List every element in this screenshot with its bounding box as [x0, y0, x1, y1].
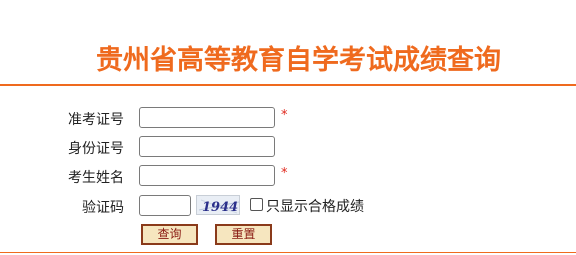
admission-number-input[interactable]	[139, 107, 275, 128]
candidate-name-input[interactable]	[139, 165, 275, 186]
reset-button[interactable]: 重置	[215, 224, 272, 245]
captcha-image[interactable]: 1944	[196, 195, 240, 215]
name-required-mark: *	[281, 166, 288, 181]
captcha-input[interactable]	[139, 195, 191, 216]
query-page: 贵州省高等教育自学考试成绩查询 准考证号 * 身份证号 考生姓名 * 验证码 1…	[0, 0, 576, 255]
title-divider	[0, 84, 576, 86]
bottom-divider	[0, 252, 576, 253]
name-row: 考生姓名 *	[0, 165, 576, 187]
id-number-input[interactable]	[139, 136, 275, 157]
admission-number-label: 准考证号	[68, 112, 124, 128]
button-row: 查询 重置	[0, 224, 576, 246]
captcha-graphic: 1944	[197, 196, 239, 215]
admission-row: 准考证号 *	[0, 107, 576, 129]
captcha-code: 1944	[202, 200, 238, 215]
only-pass-checkbox[interactable]	[250, 198, 263, 211]
only-pass-label[interactable]: 只显示合格成绩	[266, 196, 364, 216]
id-row: 身份证号	[0, 136, 576, 158]
captcha-label: 验证码	[82, 200, 124, 216]
page-title: 贵州省高等教育自学考试成绩查询	[96, 45, 501, 76]
captcha-row: 验证码 1944 只显示合格成绩	[0, 195, 576, 217]
admission-required-mark: *	[281, 108, 288, 123]
query-button[interactable]: 查询	[141, 224, 198, 245]
id-number-label: 身份证号	[68, 141, 124, 157]
candidate-name-label: 考生姓名	[68, 170, 124, 186]
